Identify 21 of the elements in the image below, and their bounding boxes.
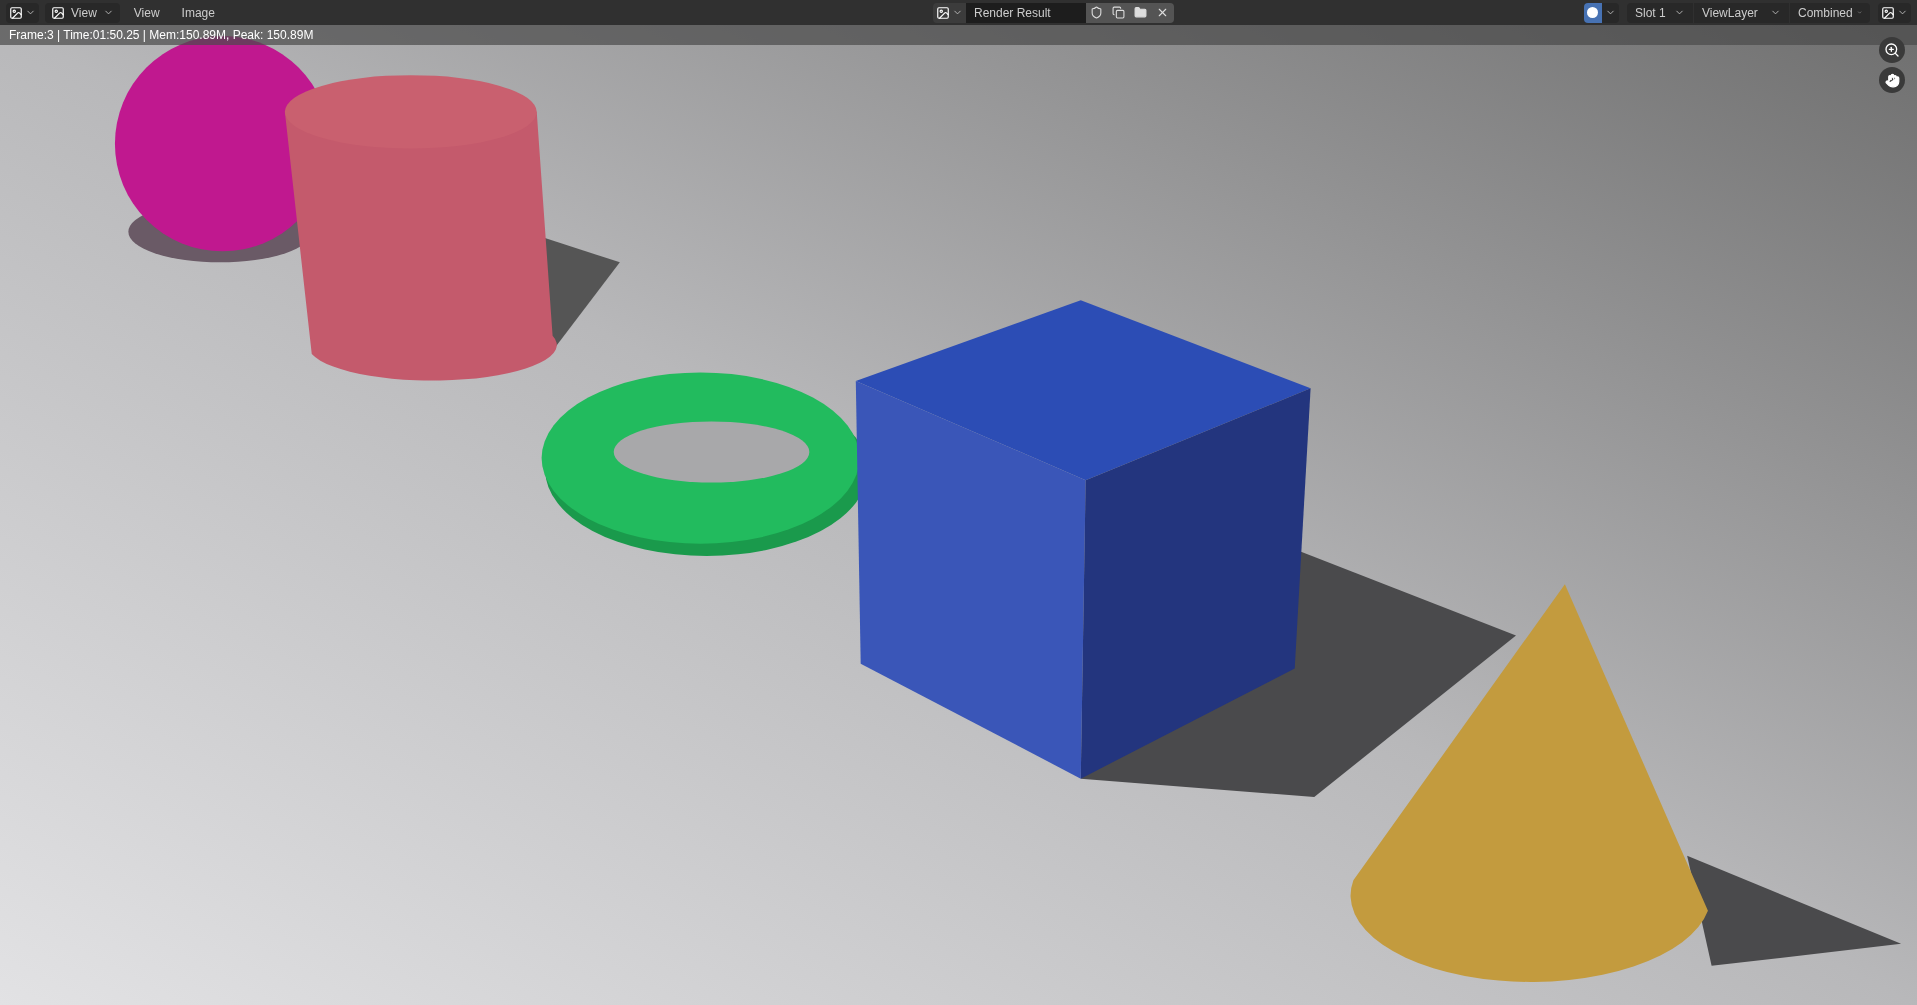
image-icon [9,5,23,20]
editor-type-button[interactable] [6,2,39,23]
image-browse-button[interactable] [932,2,966,23]
view-dropdown[interactable]: View [45,2,120,23]
image-icon [935,5,950,20]
shield-icon [1090,6,1104,19]
image-icon [51,5,65,20]
copy-icon [1112,6,1126,19]
folder-icon [1134,6,1148,19]
display-mode-button[interactable] [1878,2,1911,23]
dropdown[interactable]: ViewLayer [1694,2,1789,23]
render-toggle-button[interactable] [1584,2,1619,23]
render-status-text: Frame:3 | Time:01:50.25 | Mem:150.89M, Peak: 150.89M [9,27,314,44]
menu-item[interactable]: View [125,3,168,22]
dropdown[interactable]: Slot 1 [1627,2,1693,23]
fake-user-button[interactable] [1085,2,1108,23]
image-icon [1881,5,1895,20]
close-button[interactable] [1151,2,1174,23]
menu-item[interactable]: Image [173,3,223,22]
image-name-field[interactable]: Render Result [965,2,1086,23]
dropdown[interactable]: Combined [1790,2,1870,23]
